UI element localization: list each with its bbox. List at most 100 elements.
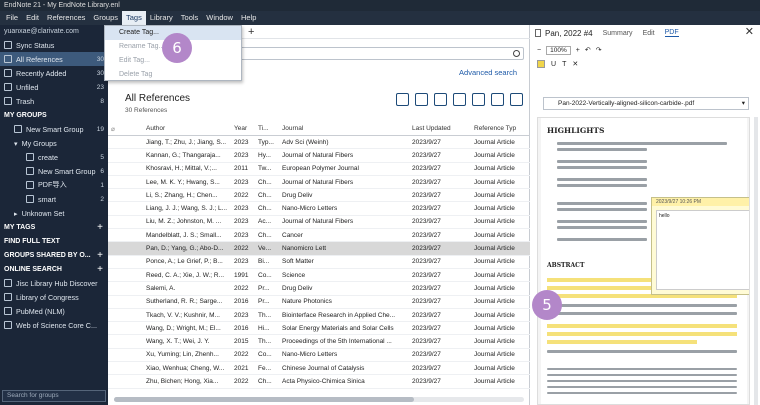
table-row[interactable]: Xu, Yuming; Lin, Zhenh... 2022 Co... Nano-M… bbox=[108, 349, 530, 363]
section-my-groups[interactable]: MY GROUPS bbox=[0, 108, 108, 122]
table-row[interactable]: Wang, D.; Wright, M.; El... 2016 Hi... Sola… bbox=[108, 322, 530, 336]
sidebar-item-smart[interactable]: smart 2 bbox=[0, 192, 108, 206]
table-row[interactable]: Wang, X. T.; Wei, J. Y. 2015 Th... Proceedi… bbox=[108, 335, 530, 349]
menu-library[interactable]: Library bbox=[146, 11, 177, 25]
add-tag-icon[interactable]: + bbox=[97, 222, 103, 233]
zoom-level[interactable]: 100% bbox=[546, 45, 571, 55]
online-jisc[interactable]: Jisc Library Hub Discover bbox=[0, 276, 108, 290]
table-row[interactable]: Sutherland, R. R.; Sarge... 2016 Pr... Natu… bbox=[108, 296, 530, 309]
updated-cell: 2023/9/27 bbox=[412, 284, 441, 292]
online-globe-icon[interactable] bbox=[510, 93, 523, 106]
table-row[interactable]: Reed, C. A.; Xie, J. W.; R... 1991 Co... Sc… bbox=[108, 269, 530, 283]
section-groups-shared[interactable]: GROUPS SHARED BY O... + bbox=[0, 248, 108, 262]
sidebar-item-trash[interactable]: Trash 8 bbox=[0, 94, 108, 108]
sidebar-item-recently-added[interactable]: Recently Added 30 bbox=[0, 66, 108, 80]
sidebar-item-new-smart-group[interactable]: New Smart Group 19 bbox=[0, 122, 108, 136]
highlight-color-icon[interactable] bbox=[537, 60, 545, 68]
horizontal-scrollbar[interactable] bbox=[114, 397, 524, 402]
note-timestamp: 2023/9/27 10:26 PM bbox=[652, 198, 749, 206]
close-icon[interactable]: ✕ bbox=[745, 25, 754, 38]
table-row[interactable]: Xiao, Wenhua; Cheng, W... 2021 Fe... Chines… bbox=[108, 362, 530, 376]
sidebar-item-create[interactable]: create 5 bbox=[0, 150, 108, 164]
group-search-input[interactable]: Search for groups bbox=[2, 390, 106, 402]
tab-edit[interactable]: Edit bbox=[643, 30, 655, 37]
undo-icon[interactable]: ↶ bbox=[585, 46, 591, 54]
sidebar-item-all-references[interactable]: All References 30 bbox=[0, 52, 108, 66]
zoom-out-icon[interactable]: − bbox=[537, 47, 541, 54]
menu-delete-tag[interactable]: Delete Tag bbox=[105, 68, 241, 82]
advanced-search-link[interactable]: Advanced search bbox=[459, 68, 517, 77]
pdf-viewer[interactable]: HIGHLIGHTS ABSTRACT 2023/9/27 10:26 PM h… bbox=[537, 117, 750, 405]
col-last-updated[interactable]: Last Updated bbox=[412, 125, 474, 132]
menu-window[interactable]: Window bbox=[202, 11, 237, 25]
table-row[interactable]: Lee, M. K. Y.; Hwang, S... 2023 Ch... Journ… bbox=[108, 176, 530, 190]
highlight-line[interactable] bbox=[547, 340, 697, 344]
zoom-in-icon[interactable]: + bbox=[576, 47, 580, 54]
group-set-my-groups[interactable]: ▾ My Groups bbox=[0, 136, 108, 150]
menu-references[interactable]: References bbox=[43, 11, 89, 25]
table-row[interactable]: Jiang, T.; Zhu, J.; Jiang, S... 2023 Typ..… bbox=[108, 136, 530, 150]
section-find-full-text[interactable]: FIND FULL TEXT bbox=[0, 234, 108, 248]
table-row[interactable]: Liu, M. Z.; Johnston, M. ... 2023 Ac... Jou… bbox=[108, 216, 530, 230]
table-row[interactable]: Mandelblatt, J. S.; Small... 2023 Ch... Can… bbox=[108, 229, 530, 243]
menu-file[interactable]: File bbox=[2, 11, 22, 25]
add-online-icon[interactable]: + bbox=[97, 264, 103, 275]
search-icon[interactable] bbox=[513, 50, 520, 57]
col-year[interactable]: Year bbox=[234, 125, 258, 132]
highlight-line[interactable] bbox=[547, 332, 737, 336]
online-loc[interactable]: Library of Congress bbox=[0, 290, 108, 304]
sidebar-item-unfiled[interactable]: Unfiled 23 bbox=[0, 80, 108, 94]
sticky-note[interactable]: 2023/9/27 10:26 PM hello bbox=[651, 197, 749, 295]
note-text[interactable]: hello bbox=[656, 210, 749, 290]
sidebar-item-new-smart-group-2[interactable]: New Smart Group 6 bbox=[0, 164, 108, 178]
underline-icon[interactable]: U bbox=[551, 61, 556, 68]
table-row[interactable]: Tkach, V. V.; Kushnir, M... 2023 Th... Bioi… bbox=[108, 309, 530, 323]
menu-edit[interactable]: Edit bbox=[22, 11, 43, 25]
tab-summary[interactable]: Summary bbox=[603, 30, 633, 37]
table-row[interactable]: Khosravi, H.; Mittal, V.;... 2011 Tw... Eur… bbox=[108, 163, 530, 176]
insert-citation-icon[interactable] bbox=[396, 93, 409, 106]
online-pubmed[interactable]: PubMed (NLM) bbox=[0, 304, 108, 318]
year-cell: 2015 bbox=[234, 338, 249, 346]
group-set-unknown[interactable]: ▸ Unknown Set bbox=[0, 206, 108, 220]
table-row[interactable]: Liang, J. J.; Wang, S. J.; L... 2023 Ch...… bbox=[108, 202, 530, 216]
menu-tags[interactable]: Tags bbox=[122, 11, 146, 25]
table-row[interactable]: Ponce, A.; Le Grief, P.; B... 2023 Bi... So… bbox=[108, 256, 530, 269]
title-cell: Th... bbox=[258, 311, 272, 319]
strikethrough-icon[interactable]: T bbox=[562, 61, 566, 68]
add-user-icon[interactable] bbox=[453, 93, 466, 106]
new-reference-icon[interactable] bbox=[434, 93, 447, 106]
col-author[interactable]: Author bbox=[146, 125, 234, 132]
type-cell: Journal Article bbox=[474, 338, 515, 346]
section-online-search[interactable]: ONLINE SEARCH + bbox=[0, 262, 108, 276]
pdf-scrollbar[interactable] bbox=[754, 117, 758, 405]
find-pdf-icon[interactable] bbox=[491, 93, 504, 106]
highlight-line[interactable] bbox=[547, 324, 737, 328]
menu-tools[interactable]: Tools bbox=[177, 11, 203, 25]
sync-status[interactable]: Sync Status bbox=[0, 38, 108, 52]
table-row[interactable]: Li, S.; Zhang, H.; Chen... 2022 Ch... Drug … bbox=[108, 189, 530, 203]
copy-formatted-icon[interactable] bbox=[415, 93, 428, 106]
scroll-thumb[interactable] bbox=[114, 397, 414, 402]
redo-icon[interactable]: ↷ bbox=[596, 46, 602, 54]
new-tab-icon[interactable]: + bbox=[248, 25, 254, 39]
col-title[interactable]: Ti... bbox=[258, 125, 282, 132]
close-annotation-icon[interactable]: ✕ bbox=[572, 60, 578, 68]
table-row[interactable]: Pan, D.; Yang, G.; Abo-D... 2022 Ve... Nano… bbox=[108, 242, 530, 256]
sidebar-item-pdf-import[interactable]: PDF导入 1 bbox=[0, 178, 108, 192]
pdf-file-select[interactable]: Pan-2022-Vertically-aligned-silicon-carb… bbox=[543, 97, 749, 110]
menu-help[interactable]: Help bbox=[237, 11, 260, 25]
tab-pdf[interactable]: PDF bbox=[664, 29, 679, 37]
menu-groups[interactable]: Groups bbox=[89, 11, 122, 25]
col-journal[interactable]: Journal bbox=[282, 125, 412, 132]
export-icon[interactable] bbox=[472, 93, 485, 106]
author-cell: Sutherland, R. R.; Sarge... bbox=[146, 298, 223, 306]
section-my-tags[interactable]: MY TAGS + bbox=[0, 220, 108, 234]
pin-icon[interactable] bbox=[535, 29, 541, 37]
table-row[interactable]: Salemi, A. 2022 Pr... Drug Deliv 2023/9/27 Jo… bbox=[108, 282, 530, 296]
table-row[interactable]: Kannan, G.; Thangaraja... 2023 Hy... Journa… bbox=[108, 149, 530, 163]
add-shared-icon[interactable]: + bbox=[97, 250, 103, 261]
col-reference-type[interactable]: Reference Typ bbox=[474, 125, 530, 132]
table-row[interactable]: Zhu, Bichen; Hong, Xia... 2022 Ch... Acta P… bbox=[108, 375, 530, 389]
online-wos[interactable]: Web of Science Core C... bbox=[0, 318, 108, 332]
